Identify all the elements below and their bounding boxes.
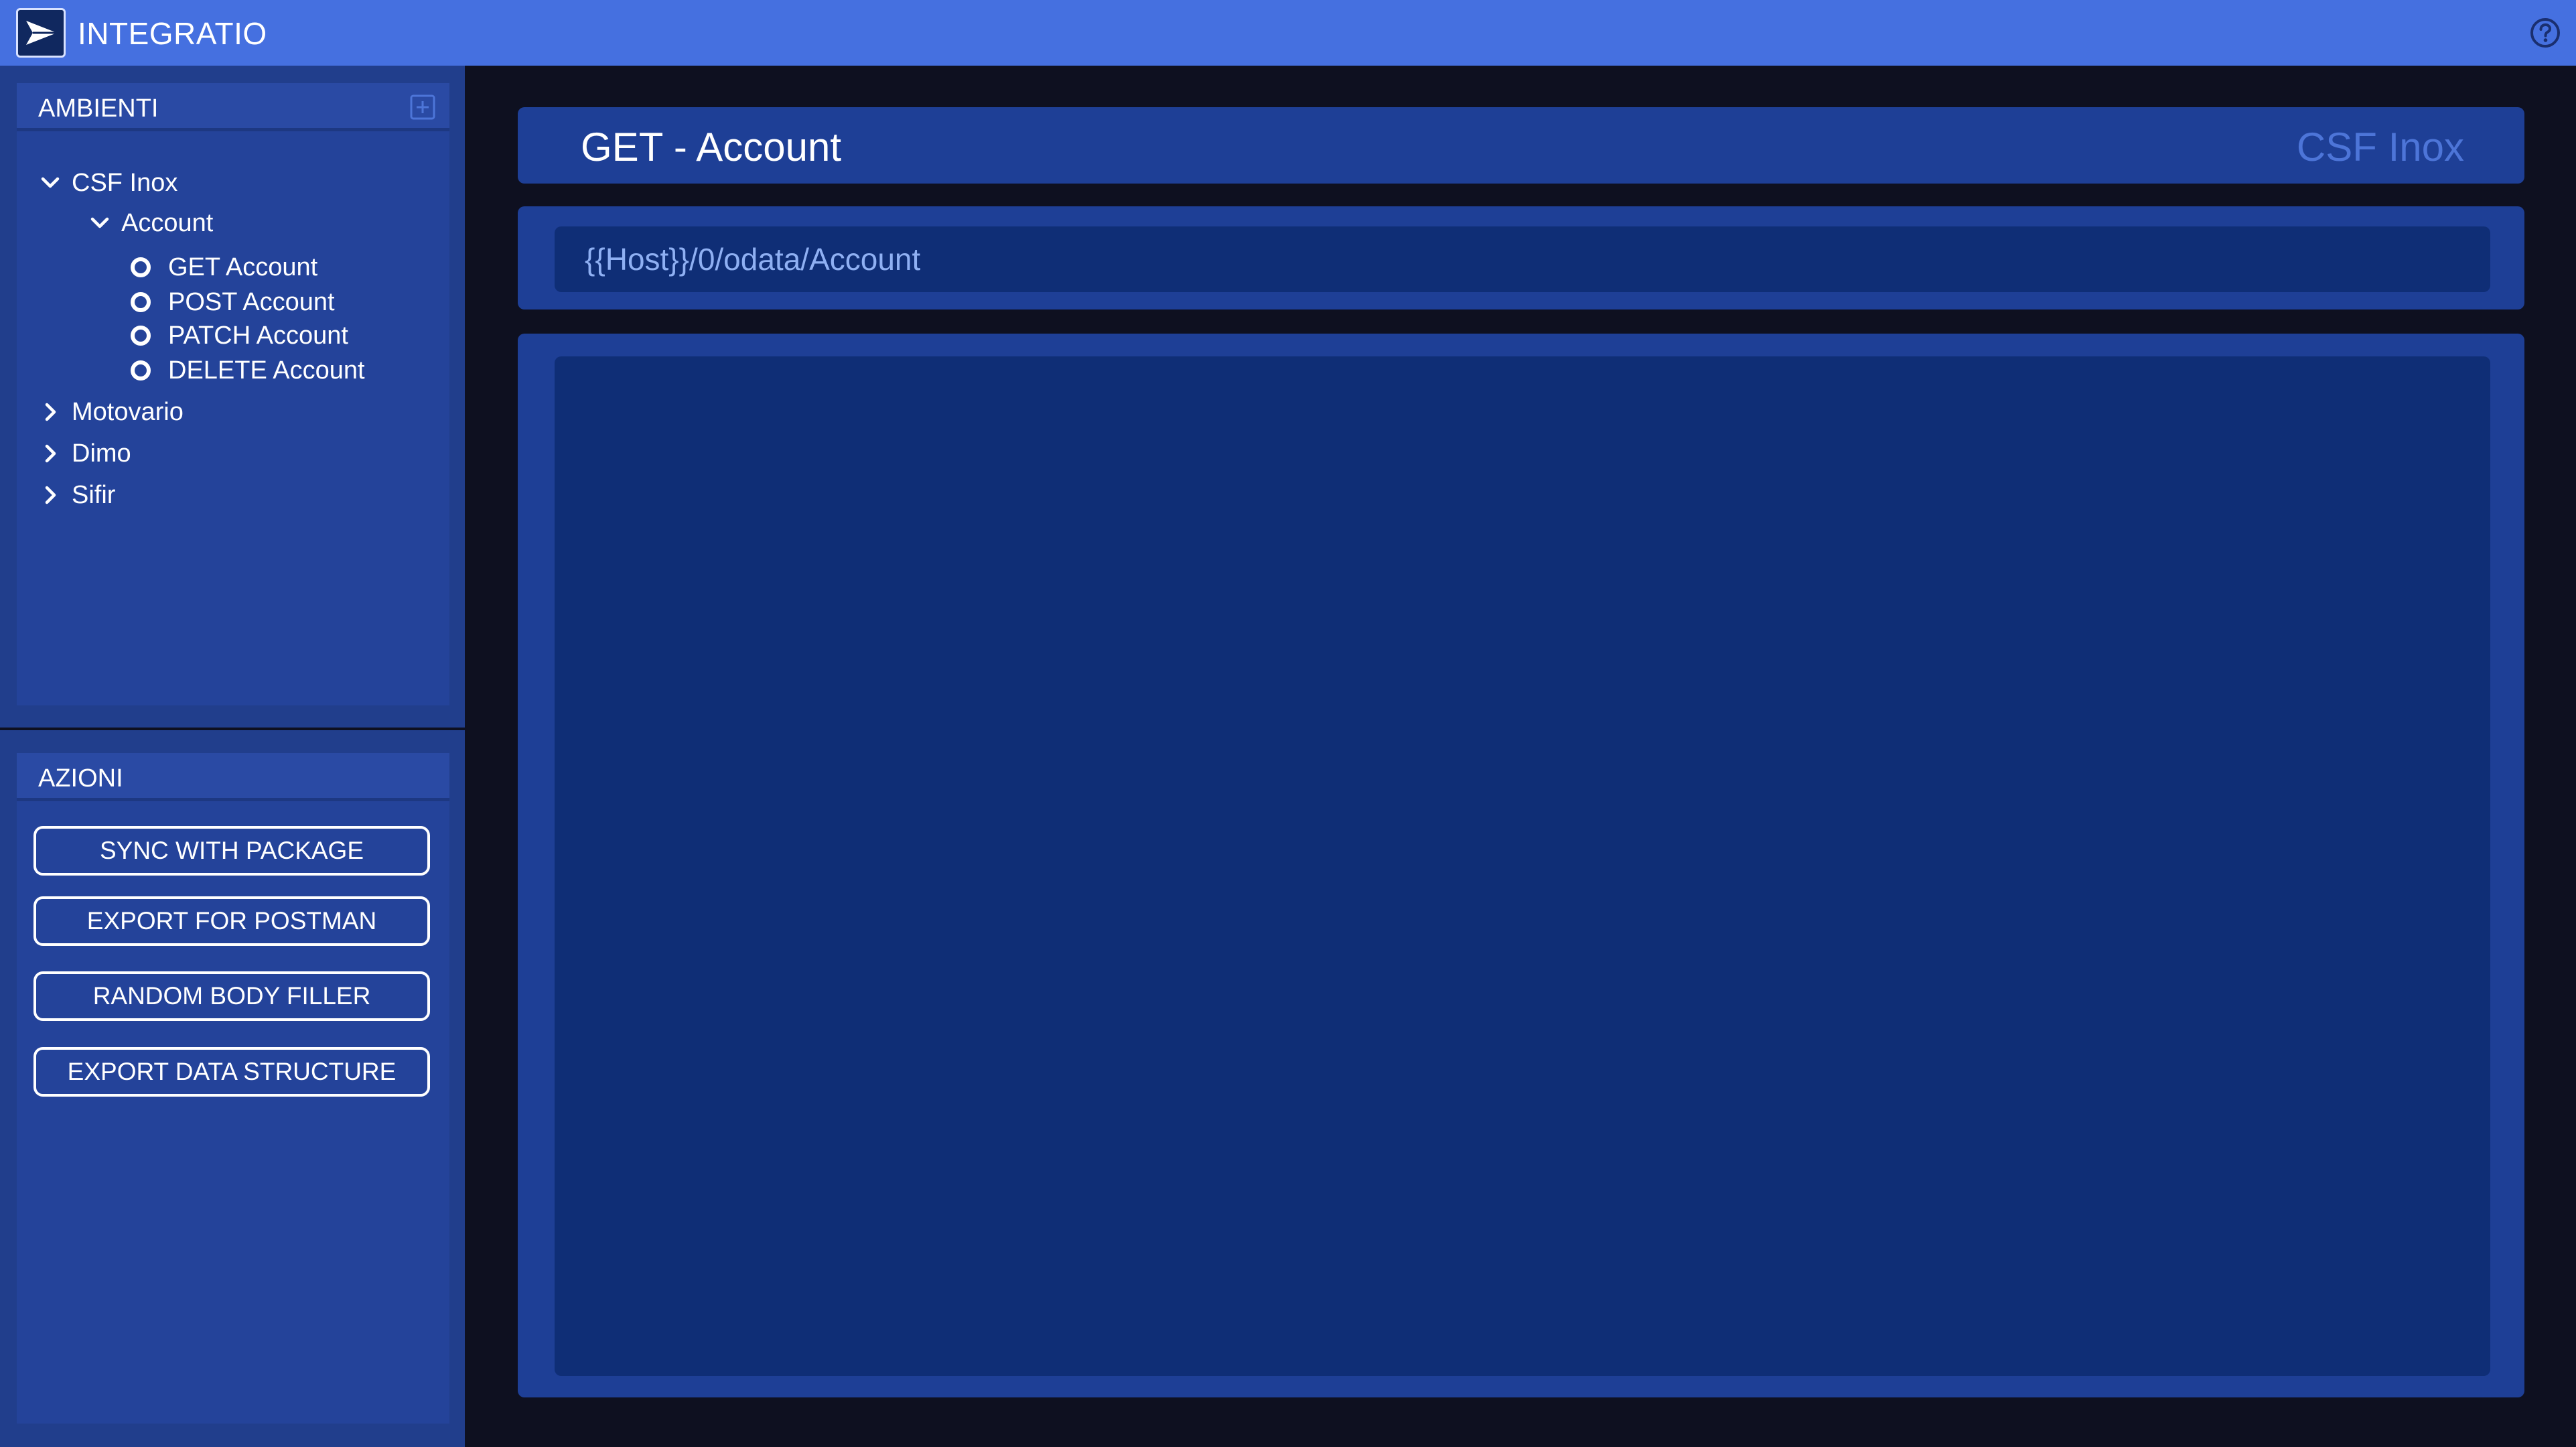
- export-data-structure-button[interactable]: EXPORT DATA STRUCTURE: [33, 1047, 430, 1097]
- circle-icon: [131, 257, 151, 277]
- request-title: GET - Account: [581, 125, 842, 169]
- paper-plane-logo-icon: [16, 8, 66, 58]
- help-circle-icon[interactable]: [2529, 17, 2561, 49]
- chevron-right-icon: [37, 482, 64, 508]
- tree-item-csf-inox[interactable]: CSF Inox: [37, 166, 177, 200]
- sync-with-package-button[interactable]: SYNC WITH PACKAGE: [33, 826, 430, 876]
- request-item-label: POST Account: [168, 288, 335, 316]
- url-panel: {{Host}}/0/odata/Account: [518, 206, 2524, 309]
- tree-item-motovario[interactable]: Motovario: [37, 395, 184, 429]
- body-editor[interactable]: [555, 356, 2490, 1376]
- environments-panel-title: AMBIENTI: [38, 94, 159, 123]
- random-body-filler-button[interactable]: RANDOM BODY FILLER: [33, 971, 430, 1021]
- request-header: GET - Account CSF Inox: [518, 107, 2524, 184]
- tree-item-label: Account: [121, 209, 214, 237]
- url-input[interactable]: {{Host}}/0/odata/Account: [555, 226, 2490, 292]
- actions-panel-title: AZIONI: [38, 764, 123, 793]
- chevron-down-icon: [37, 169, 64, 196]
- tree-item-label: Sifir: [72, 481, 116, 509]
- tree-item-dimo[interactable]: Dimo: [37, 437, 131, 470]
- circle-icon: [131, 326, 151, 346]
- top-bar: INTEGRATIO: [0, 0, 2576, 66]
- request-item-get-account[interactable]: GET Account: [131, 251, 317, 284]
- sidebar: AMBIENTI CSF Inox Account GET Account PO…: [0, 66, 465, 1447]
- tree-item-label: Motovario: [72, 398, 184, 426]
- actions-panel-header: AZIONI: [17, 753, 449, 801]
- request-item-patch-account[interactable]: PATCH Account: [131, 319, 348, 352]
- sidebar-divider: [0, 728, 465, 730]
- environment-name: CSF Inox: [2296, 125, 2464, 169]
- app-title: INTEGRATIO: [78, 16, 267, 51]
- export-for-postman-button[interactable]: EXPORT FOR POSTMAN: [33, 896, 430, 946]
- request-item-delete-account[interactable]: DELETE Account: [131, 354, 365, 387]
- chevron-down-icon: [86, 210, 113, 236]
- environments-panel: AMBIENTI CSF Inox Account GET Account PO…: [17, 83, 449, 705]
- circle-icon: [131, 360, 151, 381]
- tree-item-label: CSF Inox: [72, 169, 178, 197]
- request-item-label: DELETE Account: [168, 356, 365, 385]
- environments-panel-header: AMBIENTI: [17, 83, 449, 131]
- tree-item-label: Dimo: [72, 439, 131, 468]
- request-item-label: GET Account: [168, 253, 318, 281]
- plus-square-icon[interactable]: [409, 94, 436, 121]
- chevron-right-icon: [37, 440, 64, 467]
- chevron-right-icon: [37, 399, 64, 425]
- tree-item-sifir[interactable]: Sifir: [37, 478, 115, 512]
- circle-icon: [131, 292, 151, 312]
- body-panel: [518, 334, 2524, 1397]
- request-item-post-account[interactable]: POST Account: [131, 285, 335, 319]
- tree-item-account[interactable]: Account: [86, 206, 213, 240]
- request-item-label: PATCH Account: [168, 322, 348, 350]
